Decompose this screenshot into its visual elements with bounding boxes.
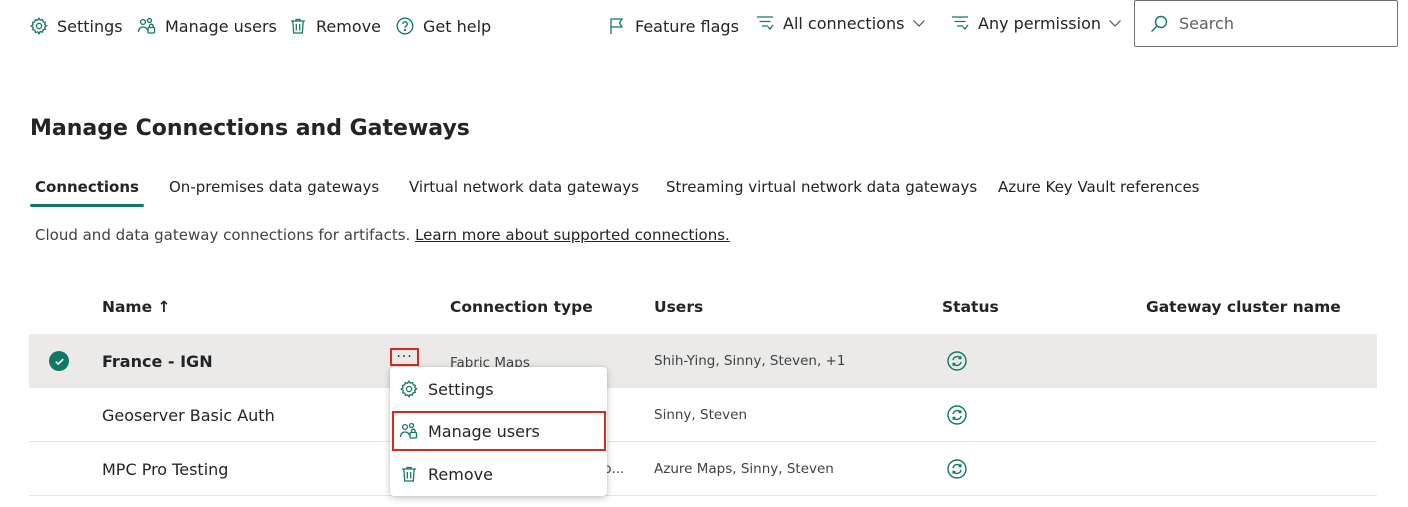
sync-icon <box>947 405 967 425</box>
menu-item-remove[interactable]: Remove <box>390 454 607 494</box>
column-header-status[interactable]: Status <box>942 298 999 316</box>
feature-flags-label: Feature flags <box>635 16 739 36</box>
menu-item-label: Manage users <box>428 421 540 441</box>
more-options-button[interactable]: ··· <box>390 348 419 366</box>
tab-streaming-vnet-gateways[interactable]: Streaming virtual network data gateways <box>666 174 977 207</box>
gear-icon <box>30 17 48 36</box>
table-row[interactable]: Geoserver Basic Auth Sinny, Steven <box>29 388 1377 442</box>
chevron-down-icon <box>913 20 925 27</box>
connection-name[interactable]: France - IGN <box>102 334 213 388</box>
chevron-down-icon <box>1109 20 1121 27</box>
tab-on-premises-gateways[interactable]: On-premises data gateways <box>169 174 379 207</box>
page-title: Manage Connections and Gateways <box>30 116 470 141</box>
remove-button[interactable]: Remove <box>288 12 381 40</box>
search-box[interactable] <box>1134 0 1398 47</box>
menu-item-label: Settings <box>428 379 494 399</box>
column-header-name[interactable]: Name ↑ <box>102 298 170 316</box>
filter-icon <box>952 16 969 30</box>
connection-users: Sinny, Steven <box>654 407 748 423</box>
get-help-button[interactable]: Get help <box>395 12 491 40</box>
connection-name[interactable]: MPC Pro Testing <box>102 442 228 496</box>
settings-button[interactable]: Settings <box>29 12 123 40</box>
get-help-label: Get help <box>423 16 492 36</box>
help-icon <box>396 17 414 35</box>
sync-icon <box>947 459 967 479</box>
search-icon <box>1151 15 1168 32</box>
page-description: Cloud and data gateway connections for a… <box>35 226 730 244</box>
gear-icon <box>400 380 418 399</box>
tab-connections[interactable]: Connections <box>30 174 144 207</box>
manage-users-icon <box>399 422 418 439</box>
flag-icon <box>610 18 624 34</box>
tab-azure-key-vault[interactable]: Azure Key Vault references <box>998 174 1200 207</box>
connections-filter-value: All connections <box>783 13 905 33</box>
table-row[interactable]: France - IGN ··· Fabric Maps Shih-Ying, … <box>29 334 1377 388</box>
column-header-users[interactable]: Users <box>654 298 703 316</box>
connection-users: Shih-Ying, Sinny, Steven, +1 <box>654 353 846 369</box>
settings-label: Settings <box>57 16 123 36</box>
manage-users-label: Manage users <box>165 16 277 36</box>
connection-users: Azure Maps, Sinny, Steven <box>654 461 834 477</box>
command-bar: Settings Manage users Remove Get help Fe… <box>0 0 1408 52</box>
permission-filter-value: Any permission <box>978 13 1102 33</box>
column-header-gateway-cluster[interactable]: Gateway cluster name <box>1146 298 1341 316</box>
filter-icon <box>757 16 774 30</box>
connection-name[interactable]: Geoserver Basic Auth <box>102 388 275 442</box>
column-header-connection-type[interactable]: Connection type <box>450 298 593 316</box>
trash-icon <box>291 18 305 34</box>
manage-users-button[interactable]: Manage users <box>137 12 277 40</box>
remove-label: Remove <box>316 16 381 36</box>
permission-filter-dropdown[interactable]: Any permission <box>938 0 1132 46</box>
learn-more-link[interactable]: Learn more about supported connections. <box>415 226 730 244</box>
manage-users-icon <box>137 17 156 34</box>
description-text: Cloud and data gateway connections for a… <box>35 226 411 244</box>
trash-icon <box>402 466 416 482</box>
feature-flags-button[interactable]: Feature flags <box>607 12 739 40</box>
tab-virtual-network-gateways[interactable]: Virtual network data gateways <box>409 174 639 207</box>
row-context-menu: Settings Manage users Remove <box>390 367 607 496</box>
table-row[interactable]: MPC Pro Testing p... Azure Maps, Sinny, … <box>29 442 1377 496</box>
sync-icon <box>947 351 967 371</box>
connections-filter-dropdown[interactable]: All connections <box>741 0 936 46</box>
menu-item-label: Remove <box>428 464 493 484</box>
search-input[interactable] <box>1179 14 1379 33</box>
row-selected-check-icon[interactable] <box>49 351 69 371</box>
menu-item-manage-users[interactable]: Manage users <box>392 411 606 451</box>
menu-item-settings[interactable]: Settings <box>390 369 607 409</box>
